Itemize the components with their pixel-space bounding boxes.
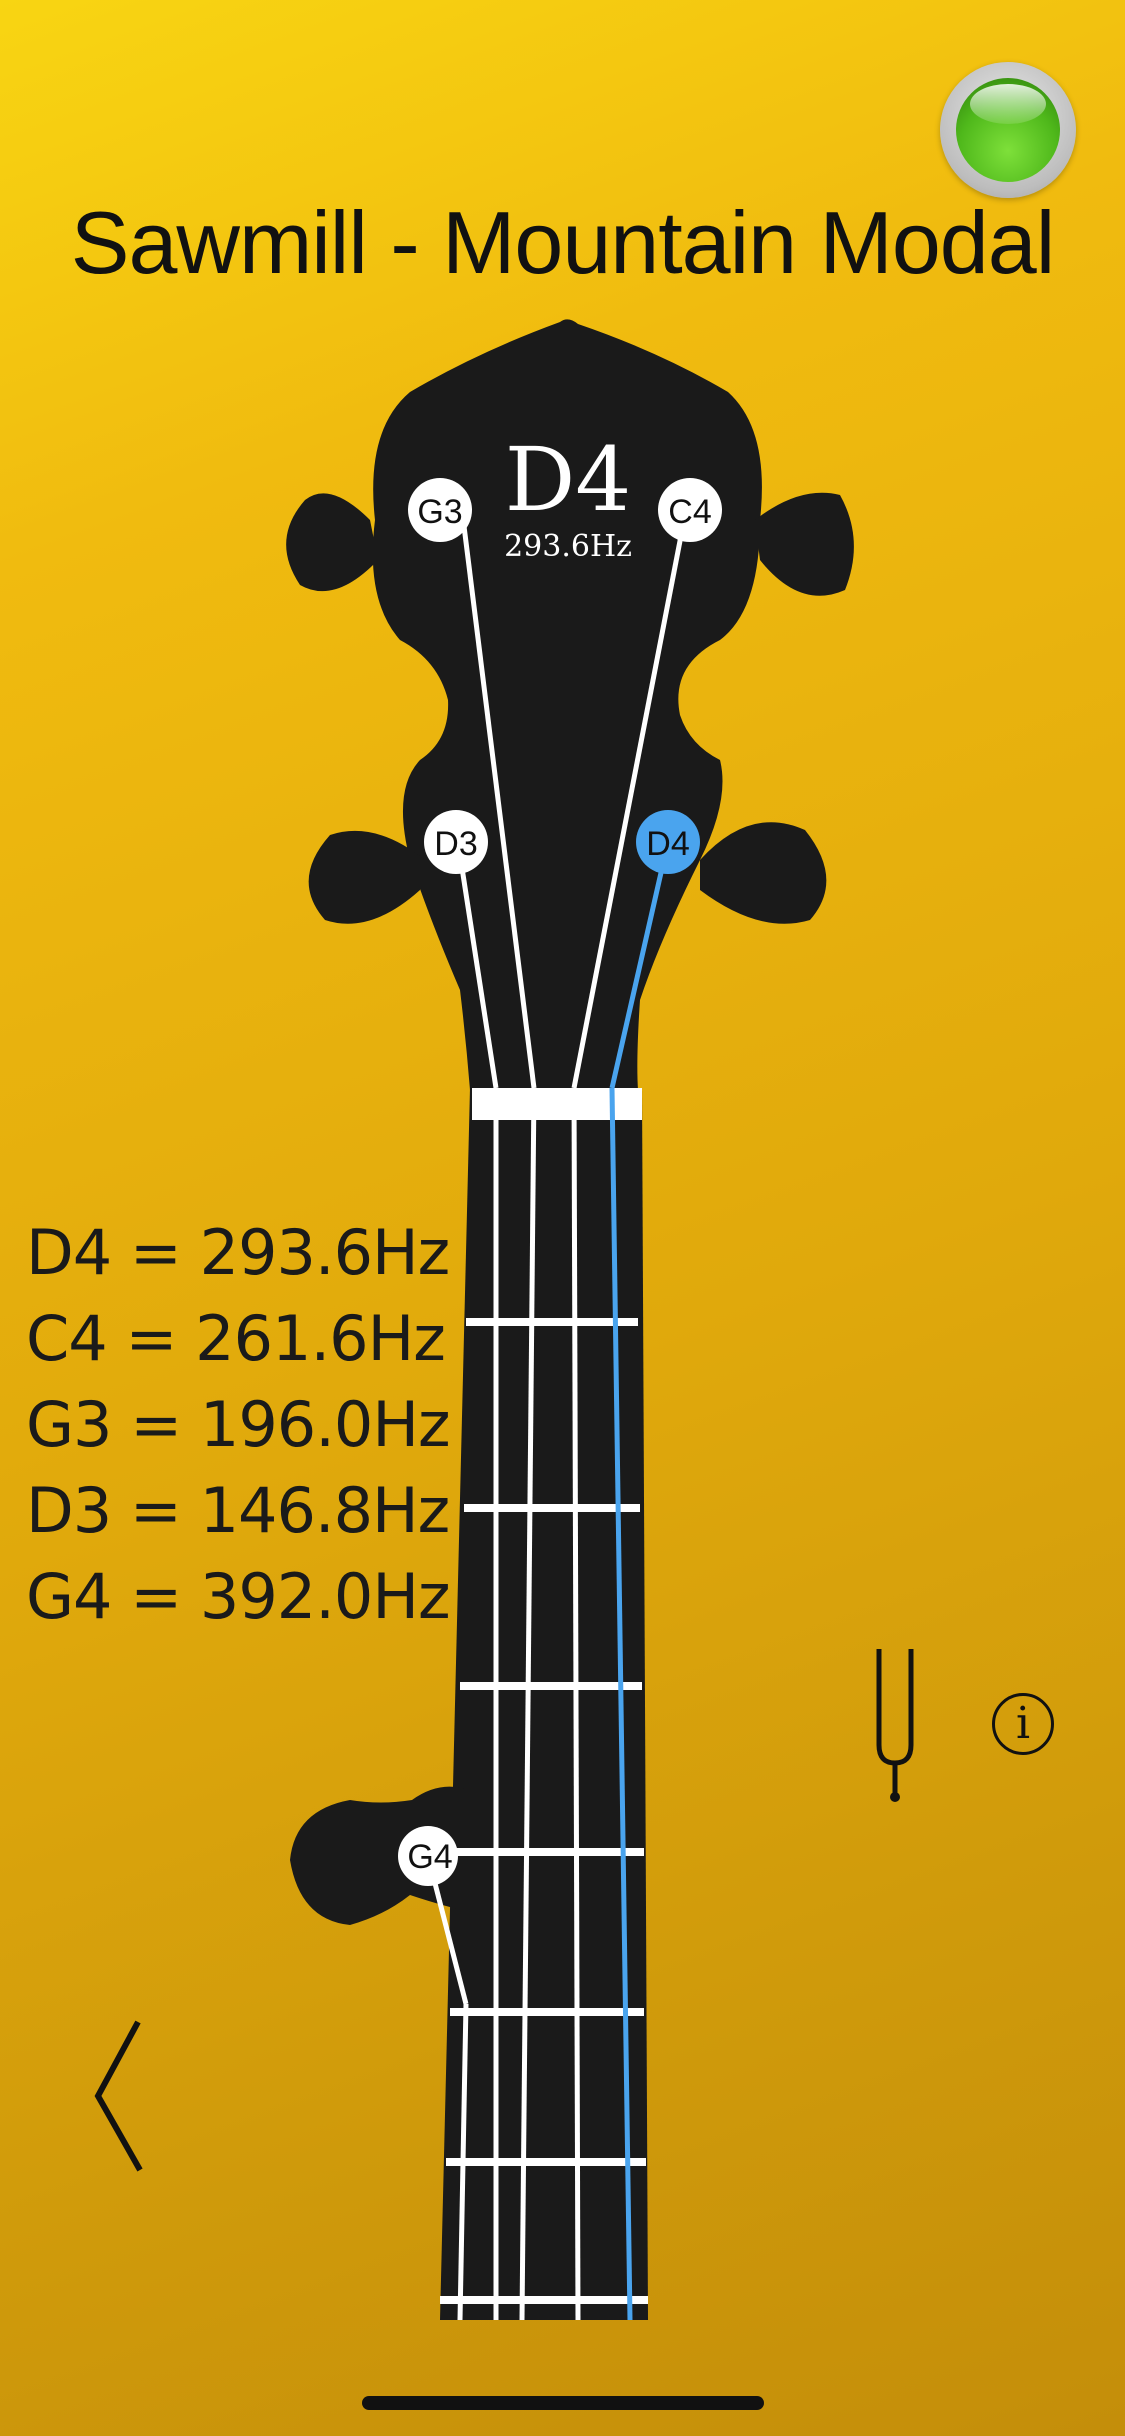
peg-g4-button[interactable]: G4 <box>398 1826 458 1886</box>
peg-c4-button[interactable]: C4 <box>658 478 722 542</box>
peg-d4-button[interactable]: D4 <box>636 810 700 874</box>
frequency-row: D4 = 293.6Hz <box>26 1216 450 1289</box>
peg-d4-label: D4 <box>646 825 689 863</box>
info-button[interactable]: i <box>992 1693 1054 1755</box>
frequency-row: D3 = 146.8Hz <box>26 1474 450 1547</box>
frequency-row: C4 = 261.6Hz <box>26 1302 446 1375</box>
tuner-key-left-upper <box>286 493 378 592</box>
peg-d3-label: D3 <box>434 825 477 863</box>
peg-d3-button[interactable]: D3 <box>424 810 488 874</box>
selected-note-frequency: 293.6Hz <box>504 529 632 564</box>
selected-note-name: D4 <box>505 428 632 531</box>
tuner-key-right-upper <box>755 492 854 596</box>
frequency-row: G4 = 392.0Hz <box>26 1560 451 1633</box>
back-chevron-icon[interactable] <box>88 2018 158 2174</box>
frequency-row: G3 = 196.0Hz <box>26 1388 451 1461</box>
peg-g3-button[interactable]: G3 <box>408 478 472 542</box>
tuner-key-right-lower <box>700 822 827 924</box>
home-indicator[interactable] <box>362 2396 764 2410</box>
peg-g4-label: G4 <box>407 1838 452 1876</box>
peg-g3-label: G3 <box>417 493 462 531</box>
peg-c4-label: C4 <box>668 493 711 531</box>
tuning-fork-icon[interactable] <box>870 1645 920 1805</box>
frequency-list: D4 = 293.6Hz C4 = 261.6Hz G3 = 196.0Hz D… <box>26 1210 451 1640</box>
